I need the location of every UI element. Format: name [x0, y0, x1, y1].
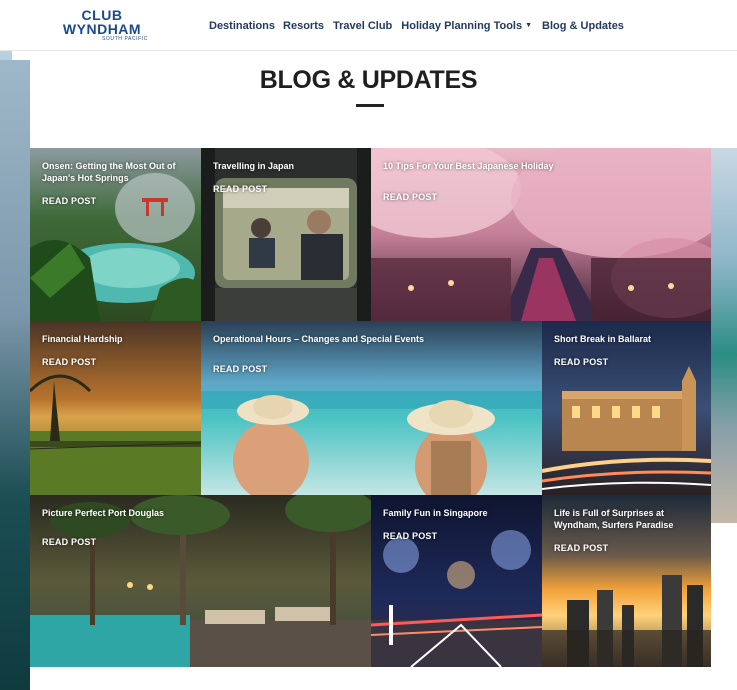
background-photo-left — [0, 60, 30, 690]
post-title: Short Break in Ballarat — [554, 334, 652, 344]
logo-line-2: WYNDHAM — [62, 21, 142, 37]
post-tile-financial-hardship[interactable]: Financial Hardship READ POST — [30, 321, 201, 495]
nav-travel-club[interactable]: Travel Club — [333, 20, 392, 36]
read-post-link[interactable]: READ POST — [213, 184, 267, 194]
site-header: CLUB WYNDHAM SOUTH PACIFIC Destinations … — [0, 0, 737, 51]
post-title: Family Fun in Singapore — [383, 508, 488, 518]
read-post-link[interactable]: READ POST — [213, 364, 267, 374]
post-tile-operational-hours[interactable]: Operational Hours – Changes and Special … — [201, 321, 542, 495]
read-post-link[interactable]: READ POST — [42, 357, 96, 367]
singapore-street-image — [371, 495, 542, 667]
read-post-link[interactable]: READ POST — [383, 192, 437, 202]
post-title: Life is Full of Surprises at Wyndham, Su… — [554, 508, 674, 530]
read-post-link[interactable]: READ POST — [554, 543, 608, 553]
logo-line-1: CLUB — [81, 7, 123, 23]
nav-resorts[interactable]: Resorts — [283, 20, 324, 36]
resort-pool-image — [30, 495, 371, 667]
cherry-blossom-canal-image — [371, 148, 711, 321]
logo-line-3: SOUTH PACIFIC — [101, 36, 148, 42]
main-nav: Destinations Resorts Travel Club Holiday… — [209, 20, 624, 36]
post-title: Picture Perfect Port Douglas — [42, 508, 165, 518]
post-title: Financial Hardship — [42, 334, 123, 344]
nav-blog-updates[interactable]: Blog & Updates — [542, 20, 624, 36]
post-title: Travelling in Japan — [213, 161, 295, 171]
post-tile-ballarat[interactable]: Short Break in Ballarat READ POST — [542, 321, 711, 495]
nav-destinations[interactable]: Destinations — [209, 20, 275, 36]
club-wyndham-logo[interactable]: CLUB WYNDHAM SOUTH PACIFIC — [52, 8, 152, 46]
japan-train-image — [201, 148, 371, 321]
read-post-link[interactable]: READ POST — [42, 196, 96, 206]
post-tile-port-douglas[interactable]: Picture Perfect Port Douglas READ POST — [30, 495, 371, 667]
nav-holiday-planning-tools[interactable]: Holiday Planning Tools ▼ — [401, 20, 532, 36]
post-tile-travelling-japan[interactable]: Travelling in Japan READ POST — [201, 148, 371, 321]
post-title: 10 Tips For Your Best Japanese Holiday — [383, 161, 554, 171]
post-tile-japanese-holiday[interactable]: 10 Tips For Your Best Japanese Holiday R… — [371, 148, 711, 321]
read-post-link[interactable]: READ POST — [383, 531, 437, 541]
beach-sunhats-image — [201, 321, 542, 495]
post-tile-onsen[interactable]: Onsen: Getting the Most Out of Japan's H… — [30, 148, 201, 321]
title-underline — [356, 104, 384, 107]
read-post-link[interactable]: READ POST — [554, 357, 608, 367]
nav-holiday-planning-tools-label: Holiday Planning Tools — [401, 20, 523, 32]
post-title: Onsen: Getting the Most Out of Japan's H… — [42, 161, 176, 183]
countryside-sunset-image — [30, 321, 201, 495]
caret-down-icon: ▼ — [525, 22, 533, 29]
page-title: BLOG & UPDATES — [259, 66, 478, 94]
post-title: Operational Hours – Changes and Special … — [213, 334, 425, 344]
ballarat-street-image — [542, 321, 711, 495]
read-post-link[interactable]: READ POST — [42, 537, 96, 547]
post-tile-singapore[interactable]: Family Fun in Singapore READ POST — [371, 495, 542, 667]
post-tile-surfers-paradise[interactable]: Life is Full of Surprises at Wyndham, Su… — [542, 495, 711, 667]
background-photo-right — [711, 148, 737, 523]
